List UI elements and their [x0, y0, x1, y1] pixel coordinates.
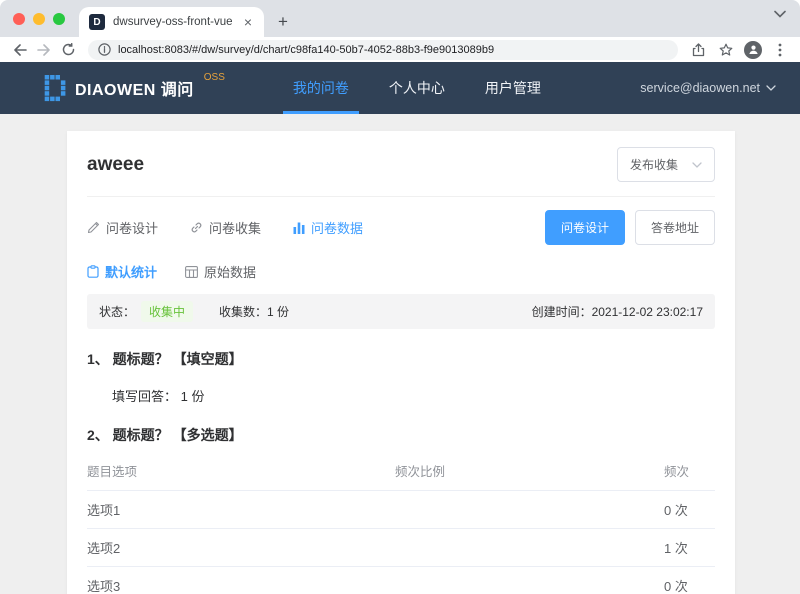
diaowen-logo-icon [44, 74, 66, 101]
brand[interactable]: DIAOWEN 调问 OSS [44, 62, 225, 114]
publish-collect-dropdown[interactable]: 发布收集 [616, 147, 715, 182]
site-info-icon[interactable] [98, 43, 111, 56]
subtab-label: 默认统计 [105, 265, 158, 280]
tab-title: dwsurvey-oss-front-vue [113, 16, 232, 28]
header-frequency-ratio: 频次比例 [395, 465, 446, 479]
status-badge: 收集中 [141, 301, 194, 322]
bookmark-star-icon[interactable] [716, 40, 736, 60]
table-row: 选项1 0.00% 0 次 [87, 491, 715, 529]
table-header-row: 题目选项 频次比例 频次 [87, 449, 715, 491]
created-time: 创建时间：2021-12-02 23:02:17 [531, 305, 703, 319]
survey-design-button[interactable]: 问卷设计 [544, 210, 625, 245]
new-tab-button[interactable]: + [270, 9, 296, 35]
link-icon [191, 222, 202, 233]
survey-status-bar: 状态： 收集中 收集数： 1 份 创建时间：2021-12-02 23:02:1… [87, 294, 715, 329]
collect-count-label: 收集数： [219, 305, 268, 319]
tab-label: 问卷收集 [209, 221, 262, 236]
status-label: 状态： [99, 305, 136, 319]
pencil-icon [87, 221, 100, 234]
table-row: 选项3 0.00% 0 次 [87, 567, 715, 594]
chevron-down-icon[interactable] [774, 10, 786, 18]
profile-avatar-icon[interactable] [744, 40, 762, 59]
bar-chart-icon [293, 222, 305, 234]
survey-title: aweee [87, 153, 145, 175]
option-label: 选项3 [87, 579, 121, 594]
survey-function-tabs: 问卷设计 问卷收集 问卷数据 问卷设计 答卷地址 [87, 197, 715, 258]
header-frequency: 频次 [664, 465, 690, 479]
tab-survey-data[interactable]: 问卷数据 [293, 218, 363, 237]
subtab-label: 原始数据 [204, 265, 257, 280]
tab-survey-design[interactable]: 问卷设计 [87, 218, 158, 237]
data-subtabs: 默认统计 原始数据 [87, 258, 715, 294]
menu-item-my-surveys[interactable]: 我的问卷 [273, 62, 369, 114]
tab-label: 问卷设计 [106, 221, 159, 236]
clipboard-icon [87, 265, 99, 278]
chevron-down-icon [692, 161, 702, 168]
macos-traffic-lights [0, 0, 79, 37]
menu-item-personal-center[interactable]: 个人中心 [369, 62, 465, 114]
browser-toolbar: localhost:8083/#/dw/survey/d/chart/c98fa… [0, 37, 800, 62]
tab-survey-collect[interactable]: 问卷收集 [190, 218, 261, 237]
chevron-down-icon [766, 85, 776, 91]
app-navbar: DIAOWEN 调问 OSS 我的问卷 个人中心 用户管理 service@di… [0, 62, 800, 114]
site-favicon: D [89, 14, 105, 30]
close-window-button[interactable] [13, 12, 25, 25]
header-option: 题目选项 [87, 465, 138, 479]
back-icon[interactable] [10, 40, 30, 60]
browser-window: D dwsurvey-oss-front-vue × + localhost:8… [0, 0, 800, 594]
share-icon[interactable] [688, 40, 708, 60]
frequency-count: 0 次 [664, 503, 688, 518]
subtab-raw-data[interactable]: 原始数据 [185, 262, 256, 281]
subtab-default-stats[interactable]: 默认统计 [87, 262, 157, 281]
main-menu: 我的问卷 个人中心 用户管理 [273, 62, 561, 114]
user-email: service@diaowen.net [640, 81, 760, 95]
table-row: 选项2 100.00% 1 次 [87, 529, 715, 567]
tab-label: 问卷数据 [311, 221, 364, 236]
menu-kebab-icon[interactable] [770, 40, 790, 60]
question-1-answer-count: 填写回答： 1 份 [112, 389, 205, 404]
option-frequency-table: 题目选项 频次比例 频次 选项1 0.00% 0 次 选项2 [87, 449, 715, 594]
answer-url-button[interactable]: 答卷地址 [634, 210, 715, 245]
menu-item-user-management[interactable]: 用户管理 [465, 62, 561, 114]
address-bar[interactable]: localhost:8083/#/dw/survey/d/chart/c98fa… [88, 39, 678, 60]
frequency-count: 0 次 [664, 579, 688, 594]
question-2-heading: 2、 题标题？ 【多选题】 [87, 427, 243, 443]
browser-tab[interactable]: D dwsurvey-oss-front-vue × [79, 7, 264, 37]
tab-close-icon[interactable]: × [240, 13, 256, 31]
brand-badge: OSS [203, 72, 225, 83]
frequency-count: 1 次 [664, 541, 688, 556]
forward-icon[interactable] [34, 40, 54, 60]
option-label: 选项1 [87, 503, 121, 518]
question-1-heading: 1、 题标题？ 【填空题】 [87, 351, 243, 367]
zoom-window-button[interactable] [53, 12, 65, 25]
user-account-dropdown[interactable]: service@diaowen.net [640, 62, 776, 114]
table-grid-icon [185, 265, 198, 278]
collect-count-value: 1 份 [267, 305, 290, 319]
brand-name: DIAOWEN 调问 [75, 82, 194, 99]
reload-icon[interactable] [58, 40, 78, 60]
browser-tabstrip: D dwsurvey-oss-front-vue × + [0, 0, 800, 37]
minimize-window-button[interactable] [33, 12, 45, 25]
publish-collect-label: 发布收集 [629, 158, 678, 172]
url-text: localhost:8083/#/dw/survey/d/chart/c98fa… [118, 43, 495, 56]
survey-card: aweee 发布收集 问卷设计 问卷收集 问卷数据 问卷设计 答卷地址 默认统计… [67, 131, 735, 594]
page-background: aweee 发布收集 问卷设计 问卷收集 问卷数据 问卷设计 答卷地址 默认统计… [0, 114, 800, 594]
